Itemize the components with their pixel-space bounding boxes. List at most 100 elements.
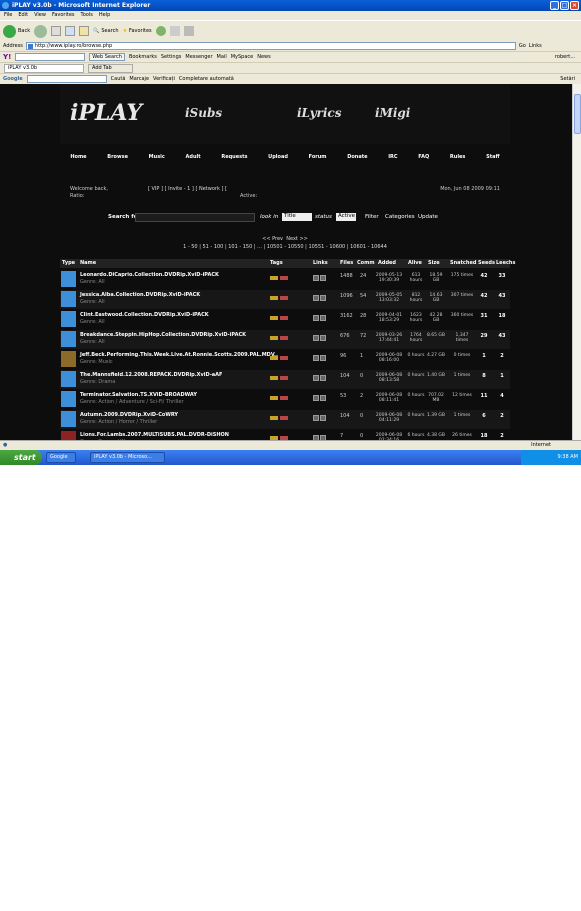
google-settings-button[interactable]: Setări xyxy=(560,76,575,82)
leechs[interactable]: 4 xyxy=(496,393,508,399)
google-autofill-button[interactable]: Completare automată xyxy=(179,76,234,82)
search-button[interactable]: 🔍 Search xyxy=(93,28,118,34)
seeds[interactable]: 1 xyxy=(478,353,490,359)
nav-upload[interactable]: Upload xyxy=(268,154,288,166)
torrent-name[interactable]: Autumn.2009.DVDRip.XviD-CoWRY xyxy=(80,412,178,418)
bookmark-icon[interactable] xyxy=(320,415,326,421)
seeds[interactable]: 29 xyxy=(478,333,490,339)
next-link[interactable]: Next >> xyxy=(286,236,308,242)
snatched[interactable]: 12 times xyxy=(450,393,474,398)
lyrics-logo[interactable]: iLyrics xyxy=(297,106,341,120)
snatched[interactable]: 1,347 times xyxy=(450,333,474,343)
google-bookmarks-button[interactable]: Marcaje xyxy=(129,76,149,82)
nav-donate[interactable]: Donate xyxy=(347,154,367,166)
category-icon[interactable] xyxy=(61,411,76,427)
yahoo-user[interactable]: robert... xyxy=(555,54,575,60)
site-logo[interactable]: iPLAY xyxy=(70,100,142,126)
back-button[interactable]: Back xyxy=(3,24,30,38)
leechs[interactable]: 43 xyxy=(496,293,508,299)
task-google[interactable]: Google xyxy=(46,452,76,463)
menu-favorites[interactable]: Favorites xyxy=(52,11,75,20)
bookmarks-button[interactable]: Bookmarks xyxy=(129,54,157,60)
download-icon[interactable] xyxy=(313,275,319,281)
col-name[interactable]: Name xyxy=(80,260,96,266)
comments-count[interactable]: 72 xyxy=(360,333,366,339)
bookmark-icon[interactable] xyxy=(320,355,326,361)
table-row[interactable]: Autumn.2009.DVDRip.XviD-CoWRY Genre: Acti… xyxy=(60,410,510,429)
leechs[interactable]: 1 xyxy=(496,373,508,379)
messenger-button[interactable]: Messenger xyxy=(185,54,212,60)
category-icon[interactable] xyxy=(61,291,76,307)
seeds[interactable]: 6 xyxy=(478,413,490,419)
files-count[interactable]: 96 xyxy=(340,353,346,359)
col-type[interactable]: Type xyxy=(62,260,75,266)
comments-count[interactable]: 0 xyxy=(360,413,363,419)
start-button[interactable]: start xyxy=(0,450,42,465)
prev-link[interactable]: << Prev xyxy=(262,236,283,242)
comments-count[interactable]: 1 xyxy=(360,353,363,359)
table-row[interactable]: Terminator.Salvation.TS.XViD-BROADWAY Gen… xyxy=(60,390,510,409)
torrent-name[interactable]: Terminator.Salvation.TS.XViD-BROADWAY xyxy=(80,392,197,398)
download-icon[interactable] xyxy=(313,375,319,381)
files-count[interactable]: 1488 xyxy=(340,273,353,279)
category-icon[interactable] xyxy=(61,311,76,327)
torrent-name[interactable]: The.Mannsfield.12.2008.REPACK.DVDRip.Xvi… xyxy=(80,372,222,378)
torrent-name[interactable]: Leonardo.DiCaprio.Collection.DVDRip.XviD… xyxy=(80,272,219,278)
vertical-scrollbar[interactable] xyxy=(572,84,581,440)
snatched[interactable]: 307 times xyxy=(450,293,474,298)
comments-count[interactable]: 28 xyxy=(360,313,366,319)
home-icon[interactable] xyxy=(79,26,90,36)
download-icon[interactable] xyxy=(313,315,319,321)
seeds[interactable]: 18 xyxy=(478,433,490,439)
subs-logo[interactable]: iSubs xyxy=(185,106,222,120)
leechs[interactable]: 33 xyxy=(496,273,508,279)
bookmark-icon[interactable] xyxy=(320,335,326,341)
category-icon[interactable] xyxy=(61,351,76,367)
snatched[interactable]: 175 times xyxy=(450,273,474,278)
files-count[interactable]: 104 xyxy=(340,413,350,419)
category-icon[interactable] xyxy=(61,431,76,440)
nav-home[interactable]: Home xyxy=(70,154,86,166)
col-seeds[interactable]: Seeds xyxy=(478,260,495,266)
nav-requests[interactable]: Requests xyxy=(221,154,247,166)
mail-icon[interactable] xyxy=(169,26,180,36)
files-count[interactable]: 7 xyxy=(340,433,343,439)
tab-active[interactable]: iPLAY v3.0b xyxy=(4,64,84,73)
news-button[interactable]: News xyxy=(257,54,271,60)
forward-button[interactable] xyxy=(34,24,48,38)
page-links[interactable]: 1 - 50 | 51 - 100 | 101 - 150 | ... | 10… xyxy=(60,244,510,250)
table-row[interactable]: Clint.Eastwood.Collection.DVDRip.XviD-iP… xyxy=(60,310,510,329)
category-icon[interactable] xyxy=(61,331,76,347)
menu-edit[interactable]: Edit xyxy=(18,11,28,20)
table-row[interactable]: Breakdance.Steppin.HipHop.Collection.DVD… xyxy=(60,330,510,349)
torrent-name[interactable]: Breakdance.Steppin.HipHop.Collection.DVD… xyxy=(80,332,246,338)
scroll-thumb[interactable] xyxy=(574,94,581,134)
minimize-button[interactable]: _ xyxy=(550,1,559,10)
comments-count[interactable]: 2 xyxy=(360,393,363,399)
update-button[interactable]: Update xyxy=(418,214,438,220)
google-search-input[interactable] xyxy=(26,75,107,83)
torrent-name[interactable]: Jessica.Alba.Collection.DVDRip.XviD-iPAC… xyxy=(80,292,200,298)
comments-count[interactable]: 0 xyxy=(360,433,363,439)
add-tab-button[interactable]: Add Tab xyxy=(88,64,133,73)
seeds[interactable]: 8 xyxy=(478,373,490,379)
menu-file[interactable]: File xyxy=(4,11,12,20)
snatched[interactable]: 0 times xyxy=(450,353,474,358)
nav-staff[interactable]: Staff xyxy=(486,154,499,166)
nav-faq[interactable]: FAQ xyxy=(418,154,429,166)
myspace-button[interactable]: MySpace xyxy=(231,54,254,60)
refresh-icon[interactable] xyxy=(65,26,76,36)
leechs[interactable]: 2 xyxy=(496,433,508,439)
search-input[interactable] xyxy=(135,213,255,222)
seeds[interactable]: 42 xyxy=(478,293,490,299)
torrent-name[interactable]: Clint.Eastwood.Collection.DVDRip.XviD-iP… xyxy=(80,312,209,318)
col-files[interactable]: Files xyxy=(340,260,353,266)
comments-count[interactable]: 0 xyxy=(360,373,363,379)
web-search-button[interactable]: Web Search xyxy=(89,53,125,61)
nav-adult[interactable]: Adult xyxy=(186,154,201,166)
seeds[interactable]: 11 xyxy=(478,393,490,399)
google-check-button[interactable]: Verificați xyxy=(153,76,175,82)
leechs[interactable]: 18 xyxy=(496,313,508,319)
leechs[interactable]: 2 xyxy=(496,353,508,359)
snatched[interactable]: 360 times xyxy=(450,313,474,318)
